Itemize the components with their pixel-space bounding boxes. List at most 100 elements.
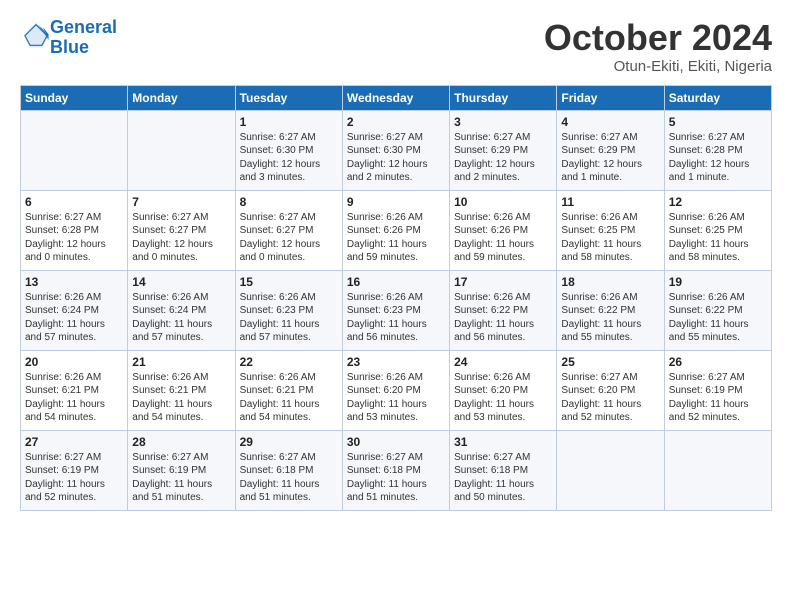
logo-icon — [22, 21, 50, 49]
day-info: Sunrise: 6:26 AM Sunset: 6:24 PM Dayligh… — [132, 291, 230, 345]
calendar-cell: 21 Sunrise: 6:26 AM Sunset: 6:21 PM Dayli… — [128, 350, 235, 430]
day-info: Sunrise: 6:26 AM Sunset: 6:26 PM Dayligh… — [347, 211, 445, 265]
weekday-friday: Friday — [557, 85, 664, 110]
header: General Blue October 2024 Otun-Ekiti, Ek… — [20, 18, 772, 75]
weekday-wednesday: Wednesday — [342, 85, 449, 110]
calendar-cell: 24 Sunrise: 6:26 AM Sunset: 6:20 PM Dayli… — [450, 350, 557, 430]
day-number: 26 — [669, 355, 767, 369]
day-info: Sunrise: 6:27 AM Sunset: 6:29 PM Dayligh… — [454, 131, 552, 185]
day-number: 21 — [132, 355, 230, 369]
calendar-cell: 27Sunrise: 6:27 AM Sunset: 6:19 PM Dayli… — [21, 430, 128, 510]
day-number: 25 — [561, 355, 659, 369]
day-info: Sunrise: 6:27 AM Sunset: 6:18 PM Dayligh… — [454, 451, 552, 505]
calendar-cell: 23 Sunrise: 6:26 AM Sunset: 6:20 PM Dayli… — [342, 350, 449, 430]
day-number: 9 — [347, 195, 445, 209]
week-row-5: 27Sunrise: 6:27 AM Sunset: 6:19 PM Dayli… — [21, 430, 772, 510]
calendar-cell: 22 Sunrise: 6:26 AM Sunset: 6:21 PM Dayli… — [235, 350, 342, 430]
day-info: Sunrise: 6:26 AM Sunset: 6:22 PM Dayligh… — [454, 291, 552, 345]
calendar-cell — [664, 430, 771, 510]
week-row-4: 20Sunrise: 6:26 AM Sunset: 6:21 PM Dayli… — [21, 350, 772, 430]
calendar-cell: 28Sunrise: 6:27 AM Sunset: 6:19 PM Dayli… — [128, 430, 235, 510]
weekday-row: SundayMondayTuesdayWednesdayThursdayFrid… — [21, 85, 772, 110]
day-info: Sunrise: 6:27 AM Sunset: 6:27 PM Dayligh… — [240, 211, 338, 265]
calendar-cell: 20Sunrise: 6:26 AM Sunset: 6:21 PM Dayli… — [21, 350, 128, 430]
day-info: Sunrise: 6:27 AM Sunset: 6:19 PM Dayligh… — [669, 371, 767, 425]
calendar-cell: 18 Sunrise: 6:26 AM Sunset: 6:22 PM Dayli… — [557, 270, 664, 350]
page: General Blue October 2024 Otun-Ekiti, Ek… — [0, 0, 792, 612]
calendar-body: 1 Sunrise: 6:27 AM Sunset: 6:30 PM Daylig… — [21, 110, 772, 510]
day-info: Sunrise: 6:27 AM Sunset: 6:27 PM Dayligh… — [132, 211, 230, 265]
calendar-cell: 17Sunrise: 6:26 AM Sunset: 6:22 PM Dayli… — [450, 270, 557, 350]
calendar-cell: 8 Sunrise: 6:27 AM Sunset: 6:27 PM Daylig… — [235, 190, 342, 270]
day-info: Sunrise: 6:26 AM Sunset: 6:26 PM Dayligh… — [454, 211, 552, 265]
day-number: 18 — [561, 275, 659, 289]
day-number: 16 — [347, 275, 445, 289]
day-number: 29 — [240, 435, 338, 449]
day-number: 27 — [25, 435, 123, 449]
day-info: Sunrise: 6:26 AM Sunset: 6:21 PM Dayligh… — [240, 371, 338, 425]
day-info: Sunrise: 6:26 AM Sunset: 6:21 PM Dayligh… — [25, 371, 123, 425]
day-info: Sunrise: 6:27 AM Sunset: 6:28 PM Dayligh… — [669, 131, 767, 185]
day-number: 13 — [25, 275, 123, 289]
calendar-cell: 29Sunrise: 6:27 AM Sunset: 6:18 PM Dayli… — [235, 430, 342, 510]
day-number: 31 — [454, 435, 552, 449]
day-info: Sunrise: 6:26 AM Sunset: 6:24 PM Dayligh… — [25, 291, 123, 345]
day-number: 14 — [132, 275, 230, 289]
calendar-cell: 2Sunrise: 6:27 AM Sunset: 6:30 PM Daylig… — [342, 110, 449, 190]
calendar-cell: 14 Sunrise: 6:26 AM Sunset: 6:24 PM Dayli… — [128, 270, 235, 350]
calendar-cell: 30Sunrise: 6:27 AM Sunset: 6:18 PM Dayli… — [342, 430, 449, 510]
day-number: 1 — [240, 115, 338, 129]
day-info: Sunrise: 6:27 AM Sunset: 6:20 PM Dayligh… — [561, 371, 659, 425]
day-info: Sunrise: 6:26 AM Sunset: 6:23 PM Dayligh… — [347, 291, 445, 345]
title-block: October 2024 Otun-Ekiti, Ekiti, Nigeria — [544, 18, 772, 75]
day-info: Sunrise: 6:26 AM Sunset: 6:20 PM Dayligh… — [347, 371, 445, 425]
calendar-cell: 16 Sunrise: 6:26 AM Sunset: 6:23 PM Dayli… — [342, 270, 449, 350]
day-info: Sunrise: 6:26 AM Sunset: 6:25 PM Dayligh… — [669, 211, 767, 265]
day-info: Sunrise: 6:26 AM Sunset: 6:23 PM Dayligh… — [240, 291, 338, 345]
day-number: 24 — [454, 355, 552, 369]
day-info: Sunrise: 6:27 AM Sunset: 6:28 PM Dayligh… — [25, 211, 123, 265]
location: Otun-Ekiti, Ekiti, Nigeria — [544, 58, 772, 75]
calendar-cell: 5Sunrise: 6:27 AM Sunset: 6:28 PM Daylig… — [664, 110, 771, 190]
day-info: Sunrise: 6:27 AM Sunset: 6:30 PM Dayligh… — [240, 131, 338, 185]
day-info: Sunrise: 6:26 AM Sunset: 6:25 PM Dayligh… — [561, 211, 659, 265]
calendar-cell: 25 Sunrise: 6:27 AM Sunset: 6:20 PM Dayli… — [557, 350, 664, 430]
calendar-header: SundayMondayTuesdayWednesdayThursdayFrid… — [21, 85, 772, 110]
weekday-monday: Monday — [128, 85, 235, 110]
week-row-3: 13 Sunrise: 6:26 AM Sunset: 6:24 PM Dayli… — [21, 270, 772, 350]
weekday-tuesday: Tuesday — [235, 85, 342, 110]
day-number: 19 — [669, 275, 767, 289]
day-number: 4 — [561, 115, 659, 129]
day-number: 8 — [240, 195, 338, 209]
calendar-cell: 9 Sunrise: 6:26 AM Sunset: 6:26 PM Daylig… — [342, 190, 449, 270]
calendar-cell: 7 Sunrise: 6:27 AM Sunset: 6:27 PM Daylig… — [128, 190, 235, 270]
calendar-table: SundayMondayTuesdayWednesdayThursdayFrid… — [20, 85, 772, 511]
calendar-cell: 31 Sunrise: 6:27 AM Sunset: 6:18 PM Dayli… — [450, 430, 557, 510]
day-number: 7 — [132, 195, 230, 209]
day-info: Sunrise: 6:27 AM Sunset: 6:29 PM Dayligh… — [561, 131, 659, 185]
calendar-cell — [128, 110, 235, 190]
week-row-1: 1 Sunrise: 6:27 AM Sunset: 6:30 PM Daylig… — [21, 110, 772, 190]
day-number: 10 — [454, 195, 552, 209]
day-number: 11 — [561, 195, 659, 209]
week-row-2: 6 Sunrise: 6:27 AM Sunset: 6:28 PM Daylig… — [21, 190, 772, 270]
calendar-cell: 13 Sunrise: 6:26 AM Sunset: 6:24 PM Dayli… — [21, 270, 128, 350]
day-info: Sunrise: 6:27 AM Sunset: 6:30 PM Dayligh… — [347, 131, 445, 185]
day-info: Sunrise: 6:26 AM Sunset: 6:21 PM Dayligh… — [132, 371, 230, 425]
weekday-sunday: Sunday — [21, 85, 128, 110]
day-number: 6 — [25, 195, 123, 209]
calendar-cell: 4 Sunrise: 6:27 AM Sunset: 6:29 PM Daylig… — [557, 110, 664, 190]
weekday-saturday: Saturday — [664, 85, 771, 110]
calendar-cell: 6 Sunrise: 6:27 AM Sunset: 6:28 PM Daylig… — [21, 190, 128, 270]
logo-blue: Blue — [50, 37, 89, 57]
day-info: Sunrise: 6:27 AM Sunset: 6:18 PM Dayligh… — [347, 451, 445, 505]
day-info: Sunrise: 6:26 AM Sunset: 6:20 PM Dayligh… — [454, 371, 552, 425]
calendar-cell: 10 Sunrise: 6:26 AM Sunset: 6:26 PM Dayli… — [450, 190, 557, 270]
day-number: 23 — [347, 355, 445, 369]
day-info: Sunrise: 6:26 AM Sunset: 6:22 PM Dayligh… — [561, 291, 659, 345]
day-number: 3 — [454, 115, 552, 129]
day-number: 22 — [240, 355, 338, 369]
day-info: Sunrise: 6:26 AM Sunset: 6:22 PM Dayligh… — [669, 291, 767, 345]
calendar-cell: 15 Sunrise: 6:26 AM Sunset: 6:23 PM Dayli… — [235, 270, 342, 350]
day-number: 15 — [240, 275, 338, 289]
